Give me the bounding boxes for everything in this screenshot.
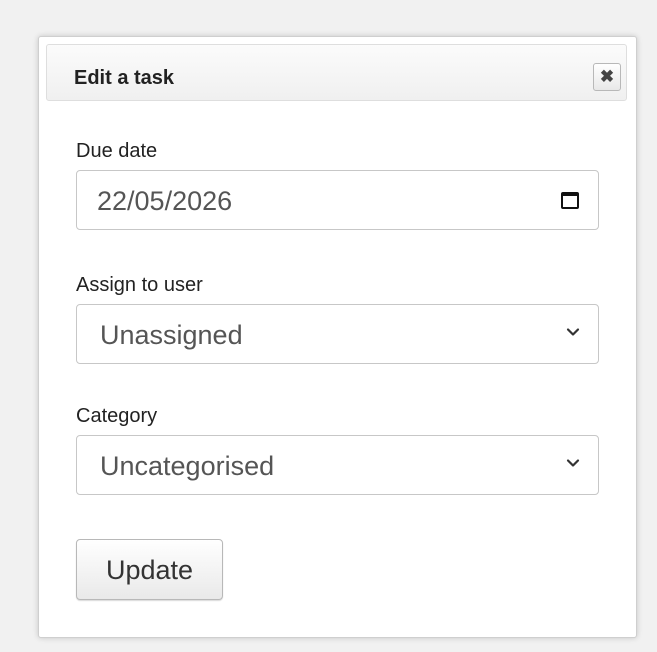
- update-button[interactable]: Update: [76, 539, 223, 600]
- edit-task-dialog: Edit a task ✖ Due date 22/05/2026 Assign…: [38, 36, 637, 638]
- assign-to-user-label: Assign to user: [76, 274, 203, 296]
- assign-to-user-select[interactable]: Unassigned: [76, 304, 599, 364]
- category-value: Uncategorised: [100, 451, 275, 481]
- close-icon: ✖: [599, 67, 615, 86]
- dialog-header: Edit a task ✖: [46, 44, 627, 101]
- chevron-down-icon: [566, 328, 580, 336]
- due-date-value: 22/05/2026: [97, 186, 233, 216]
- category-label: Category: [76, 405, 158, 427]
- due-date-input[interactable]: 22/05/2026: [76, 170, 599, 230]
- category-select[interactable]: Uncategorised: [76, 435, 599, 495]
- assign-to-user-value: Unassigned: [100, 320, 243, 350]
- calendar-icon[interactable]: [561, 192, 579, 209]
- chevron-down-icon: [566, 459, 580, 467]
- due-date-label: Due date: [76, 140, 158, 162]
- close-button[interactable]: ✖: [593, 63, 621, 91]
- dialog-title: Edit a task: [74, 67, 175, 89]
